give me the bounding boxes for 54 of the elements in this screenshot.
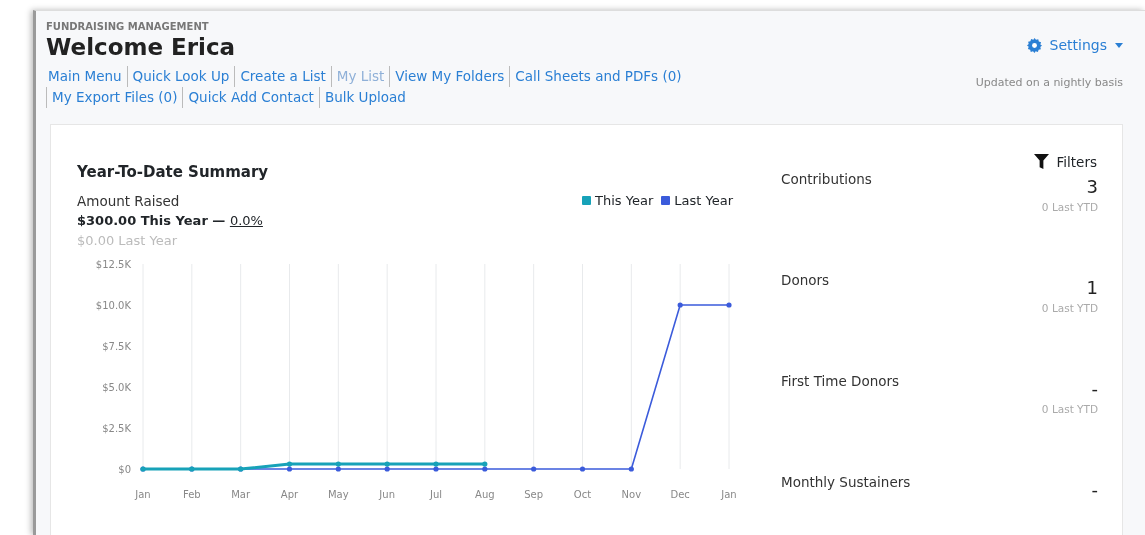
nav-link[interactable]: View My Folders xyxy=(389,65,510,87)
summary-title: Year-To-Date Summary xyxy=(77,161,270,183)
nav-link[interactable]: Call Sheets and PDFs (0) xyxy=(509,65,687,87)
filter-icon xyxy=(1033,154,1049,170)
stat-label: Donors xyxy=(781,270,830,290)
this-year-amount: $300.00 This Year xyxy=(77,213,208,229)
nav-link[interactable]: Quick Add Contact xyxy=(182,86,319,108)
section-label: FUNDRAISING MANAGEMENT xyxy=(46,20,210,34)
y-axis-label: $12.5K xyxy=(95,259,131,271)
y-axis-label: $7.5K xyxy=(102,341,131,353)
x-axis-label: Dec xyxy=(670,489,690,501)
y-axis-label: $0 xyxy=(118,464,131,476)
x-axis-label: Nov xyxy=(621,489,642,501)
stat-value: - xyxy=(1091,477,1098,502)
stat-previous: 0 Last YTD xyxy=(1041,401,1098,417)
legend-label: Last Year xyxy=(674,192,733,211)
y-axis-label: $10.0K xyxy=(95,300,131,312)
nav-link[interactable]: Main Menu xyxy=(46,65,127,87)
y-axis-label: $2.5K xyxy=(102,423,131,435)
stat-label: Monthly Sustainers xyxy=(781,472,911,492)
stat-value: - xyxy=(1090,376,1098,401)
metric-label: Amount Raised xyxy=(77,192,181,212)
stat-value: 1 xyxy=(1085,275,1098,300)
stat-label: First Time Donors xyxy=(781,371,900,391)
nav-link[interactable]: Create a List xyxy=(234,65,331,87)
stat-previous: 0 Last YTD xyxy=(1041,300,1098,316)
x-axis-label: Oct xyxy=(573,489,592,501)
stat-previous: 0 Last YTD xyxy=(1041,199,1098,215)
x-axis-label: Sep xyxy=(524,489,544,501)
nav-link[interactable]: Quick Look Up xyxy=(126,65,235,87)
x-axis-label: Apr xyxy=(280,489,299,501)
x-axis-label: Jun xyxy=(379,489,395,501)
change-link[interactable]: 0.0% xyxy=(229,213,263,229)
last-year-amount: $0.00 Last Year xyxy=(77,231,179,250)
x-axis-label: Aug xyxy=(475,489,495,501)
caret-icon xyxy=(1115,43,1123,48)
stat-label: Contributions xyxy=(781,169,872,189)
x-axis-label: May xyxy=(328,489,349,501)
x-axis-label: Feb xyxy=(182,489,201,501)
settings-icon xyxy=(1026,38,1042,53)
nav-link[interactable]: My Export Files (0) xyxy=(46,86,183,108)
page-title: Welcome Erica xyxy=(46,34,237,62)
stat-value: 3 xyxy=(1085,174,1098,199)
update-note: Updated on a nightly basis xyxy=(975,74,1123,91)
legend-label: This Year xyxy=(595,192,654,211)
x-axis-label: Jan xyxy=(135,489,151,501)
filters-button[interactable]: Filters xyxy=(1032,150,1098,173)
x-axis-label: Jul xyxy=(429,489,443,501)
y-axis-label: $5.0K xyxy=(102,382,131,394)
nav-link[interactable]: Bulk Upload xyxy=(318,86,411,108)
x-axis-label: Jan xyxy=(721,489,737,501)
x-axis-label: Mar xyxy=(231,489,251,501)
dash: — xyxy=(212,213,226,229)
settings-button[interactable]: Settings xyxy=(1026,35,1123,56)
